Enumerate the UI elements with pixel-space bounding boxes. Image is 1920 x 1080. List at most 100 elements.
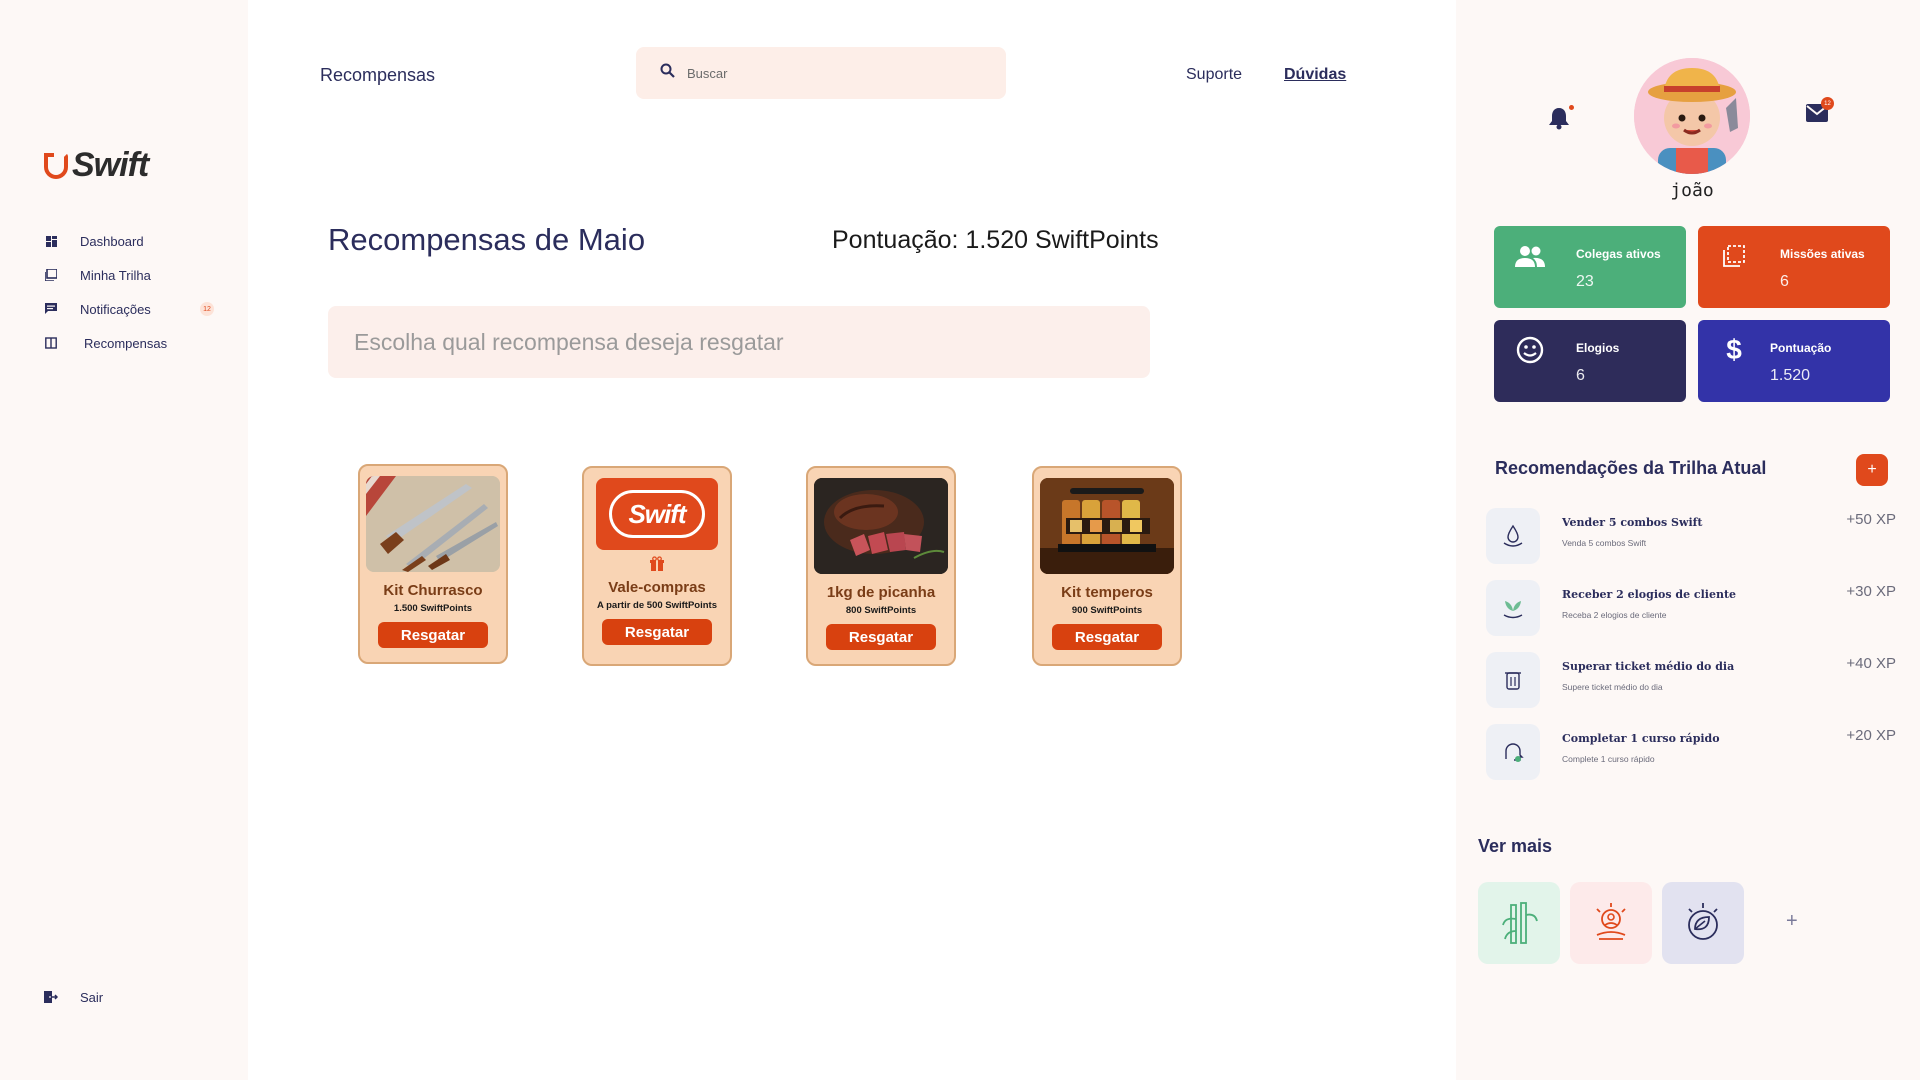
head-icon (1486, 724, 1540, 780)
sidebar-nav: Dashboard Minha Trilha Notificações 12 R… (44, 224, 214, 360)
page-header-title: Recompensas (320, 65, 436, 85)
recommendation-subtitle: Venda 5 combos Swift (1562, 538, 1647, 548)
recommendation-item[interactable]: Superar ticket médio do dia Supere ticke… (1486, 652, 1896, 710)
sidebar-item-minha-trilha[interactable]: Minha Trilha (44, 258, 214, 292)
see-more-title: Ver mais (1478, 836, 1553, 856)
gift-icon (649, 556, 665, 577)
recommendation-xp: +30 XP (1846, 583, 1896, 600)
reward-card-vale-compras: Swift Vale-compras A partir de 500 Swift… (582, 466, 732, 666)
recommendation-xp: +40 XP (1846, 655, 1896, 672)
faq-link[interactable]: Dúvidas (1284, 66, 1346, 84)
stat-label: Pontuação (1770, 341, 1832, 355)
more-tile-meditation[interactable] (1570, 882, 1652, 964)
sidebar-item-label: Notificações (80, 301, 151, 317)
swift-logo[interactable]: Swift (44, 146, 149, 185)
recommendation-title: Superar ticket médio do dia (1562, 660, 1735, 673)
search-icon (660, 63, 675, 83)
plus-icon: + (1867, 461, 1877, 478)
stat-card-pontuacao[interactable]: $ Pontuação 1.520 (1698, 320, 1890, 402)
redeem-button[interactable]: Resgatar (602, 619, 712, 645)
sidebar: Swift Dashboard Minha Trilha Notificaçõe… (0, 0, 248, 1080)
logo-text: Swift (72, 146, 149, 184)
chat-icon (44, 302, 58, 316)
reward-card-kit-temperos: Kit temperos 900 SwiftPoints Resgatar (1032, 466, 1182, 666)
reward-card-picanha: 1kg de picanha 800 SwiftPoints Resgatar (806, 466, 956, 666)
bell-icon (1549, 108, 1569, 130)
stat-value: 6 (1780, 273, 1789, 290)
reward-points: 1.500 SwiftPoints (393, 603, 473, 614)
recommendation-subtitle: Complete 1 curso rápido (1562, 754, 1655, 764)
stat-card-colegas[interactable]: Colegas ativos 23 (1494, 226, 1686, 308)
recommendations-title: Recomendações da Trilha Atual (1495, 458, 1767, 478)
stat-label: Missões ativas (1780, 247, 1865, 261)
notification-badge: 12 (200, 302, 214, 316)
swift-logo-icon (44, 152, 68, 179)
stat-label: Colegas ativos (1576, 247, 1661, 261)
stat-label: Elogios (1576, 341, 1620, 355)
leaf-globe-icon (1688, 903, 1718, 940)
more-tile-bamboo[interactable] (1478, 882, 1560, 964)
sidebar-item-dashboard[interactable]: Dashboard (44, 224, 214, 258)
reward-points: 900 SwiftPoints (1071, 605, 1143, 616)
sidebar-item-notificacoes[interactable]: Notificações 12 (44, 292, 214, 326)
stat-value: 1.520 (1770, 367, 1811, 384)
reward-points: 800 SwiftPoints (845, 605, 917, 616)
stat-value: 6 (1576, 367, 1585, 384)
bamboo-icon (1502, 902, 1538, 944)
recommendation-subtitle: Supere ticket médio do dia (1562, 682, 1663, 692)
stat-card-elogios[interactable]: Elogios 6 (1494, 320, 1686, 402)
recommendation-xp: +20 XP (1846, 727, 1896, 744)
sidebar-item-label: Recompensas (84, 335, 168, 351)
messages-button[interactable]: 12 (1806, 97, 1834, 127)
drop-icon (1486, 508, 1540, 564)
search-input[interactable] (687, 65, 967, 81)
redeem-button[interactable]: Resgatar (1052, 624, 1162, 650)
sidebar-item-label: Minha Trilha (80, 267, 151, 283)
dollar-icon: $ (1726, 334, 1742, 365)
recommendation-title: Vender 5 combos Swift (1562, 516, 1703, 529)
recommendation-title: Receber 2 elogios de cliente (1562, 588, 1737, 601)
avatar[interactable] (1634, 58, 1750, 174)
kit-churrasco-image (366, 476, 500, 572)
mail-badge: 12 (1821, 97, 1834, 110)
redeem-button[interactable]: Resgatar (826, 624, 936, 650)
recommendation-item[interactable]: Completar 1 curso rápido Complete 1 curs… (1486, 724, 1896, 782)
more-add-button[interactable]: + (1786, 910, 1798, 933)
sidebar-item-recompensas[interactable]: Recompensas (44, 326, 214, 360)
recommendation-item[interactable]: Receber 2 elogios de cliente Receba 2 el… (1486, 580, 1896, 638)
dashboard-icon (44, 234, 58, 248)
page-title: Recompensas de Maio (328, 222, 646, 257)
meditation-icon (1596, 903, 1626, 940)
book-icon (44, 336, 58, 350)
leaves-icon (1486, 580, 1540, 636)
trash-bin-icon (1486, 652, 1540, 708)
redeem-button[interactable]: Resgatar (378, 622, 488, 648)
logout-label: Sair (80, 990, 104, 1005)
reward-points: A partir de 500 SwiftPoints (596, 600, 717, 611)
reward-name: Vale-compras (608, 579, 706, 596)
stat-card-missoes[interactable]: Missões ativas 6 (1698, 226, 1890, 308)
logout-button[interactable]: Sair (44, 990, 103, 1005)
stat-value: 23 (1576, 273, 1594, 290)
recommendation-title: Completar 1 curso rápido (1562, 732, 1720, 745)
more-tile-leaf-globe[interactable] (1662, 882, 1744, 964)
notifications-button[interactable] (1548, 105, 1574, 135)
smiley-icon (1514, 334, 1546, 366)
reward-name: Kit Churrasco (383, 582, 483, 599)
recommendation-item[interactable]: Vender 5 combos Swift Venda 5 combos Swi… (1486, 508, 1896, 566)
reward-card-kit-churrasco: Kit Churrasco 1.500 SwiftPoints Resgatar (358, 464, 508, 664)
swift-voucher-image: Swift (596, 478, 718, 550)
reward-name: 1kg de picanha (826, 584, 936, 601)
add-recommendation-button[interactable]: + (1856, 454, 1888, 486)
search-bar[interactable] (636, 47, 1006, 99)
sidebar-item-label: Dashboard (80, 233, 144, 249)
username: joão (1670, 180, 1714, 201)
voucher-logo-text: Swift (628, 498, 686, 529)
picanha-image (814, 478, 948, 574)
notification-dot (1569, 105, 1574, 110)
choose-reward-banner: Escolha qual recompensa deseja resgatar (328, 306, 1150, 378)
support-link[interactable]: Suporte (1186, 66, 1242, 84)
recommendation-subtitle: Receba 2 elogios de cliente (1562, 610, 1667, 620)
people-icon (1514, 240, 1546, 272)
reward-name: Kit temperos (1061, 584, 1153, 601)
